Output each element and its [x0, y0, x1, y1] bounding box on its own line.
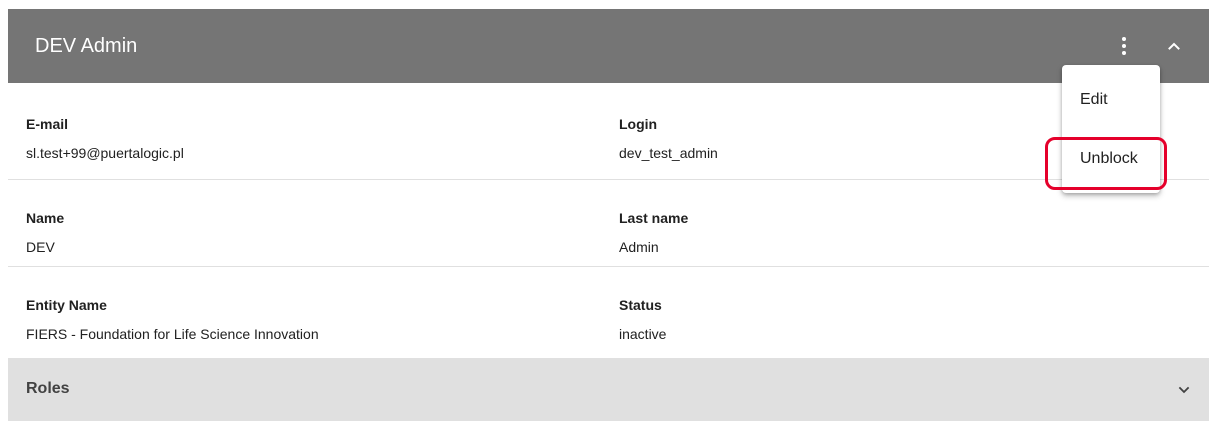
card-title: DEV Admin [35, 35, 138, 57]
edit-menu-item[interactable]: Edit [1062, 78, 1160, 122]
login-value: dev_test_admin [619, 145, 718, 161]
email-value: sl.test+99@puertalogic.pl [26, 145, 184, 161]
details-row-name: Name DEV Last name Admin [8, 180, 1209, 267]
entity-name-label: Entity Name [26, 297, 107, 313]
edit-menu-item-label: Edit [1080, 91, 1108, 108]
chevron-down-icon [1178, 386, 1190, 394]
more-options-menu: Edit Unblock [1062, 65, 1160, 193]
name-label: Name [26, 210, 65, 226]
name-field: Name DEV [26, 209, 64, 256]
details-row-account: E-mail sl.test+99@puertalogic.pl Login d… [8, 83, 1209, 180]
entity-name-value: FIERS - Foundation for Life Science Inno… [26, 326, 319, 342]
status-value: inactive [619, 326, 667, 342]
last-name-value: Admin [619, 239, 659, 255]
email-label: E-mail [26, 116, 69, 132]
status-field: Status inactive [619, 296, 666, 343]
page: DEV Admin E-mail sl.test+99@puertalogic.… [0, 0, 1209, 421]
entity-name-field: Entity Name FIERS - Foundation for Life … [26, 296, 319, 343]
email-field: E-mail sl.test+99@puertalogic.pl [26, 115, 184, 162]
unblock-menu-item-label: Unblock [1080, 150, 1138, 167]
status-label: Status [619, 297, 662, 313]
chevron-up-icon [1168, 42, 1180, 50]
last-name-label: Last name [619, 210, 689, 226]
login-label: Login [619, 116, 658, 132]
collapse-button[interactable] [1159, 31, 1189, 61]
login-field: Login dev_test_admin [619, 115, 718, 162]
last-name-field: Last name Admin [619, 209, 688, 256]
user-card: DEV Admin E-mail sl.test+99@puertalogic.… [8, 9, 1209, 421]
name-value: DEV [26, 239, 55, 255]
details-row-entity: Entity Name FIERS - Foundation for Life … [8, 267, 1209, 358]
more-options-button[interactable] [1109, 31, 1139, 61]
more-vertical-icon [1122, 37, 1126, 55]
roles-title: Roles [26, 380, 70, 397]
unblock-menu-item[interactable]: Unblock [1062, 137, 1160, 181]
card-header: DEV Admin [8, 9, 1209, 83]
roles-panel-header[interactable]: Roles [8, 358, 1209, 421]
